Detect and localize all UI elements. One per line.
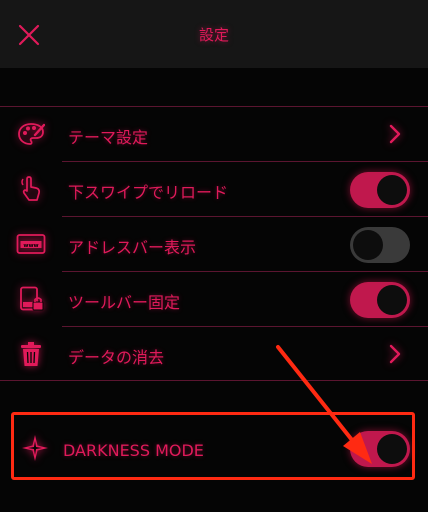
toolbar-lock-icon [16, 286, 46, 312]
page-title: 設定 [198, 26, 229, 44]
settings-row-label: 下スワイプでリロード [68, 183, 229, 202]
palette-icon [16, 121, 46, 147]
toolbar-fixed-toggle[interactable] [350, 282, 410, 318]
settings-row-label: ツールバー固定 [68, 293, 181, 312]
chevron-right-icon [389, 344, 401, 364]
toggle-knob [377, 285, 407, 315]
settings-row-address-bar: www アドレスバー表示 [0, 217, 428, 271]
settings-row-label: データの消去 [68, 348, 165, 367]
settings-row-label: アドレスバー表示 [68, 238, 197, 257]
svg-text:www: www [23, 243, 38, 249]
header-bar: 設定 [0, 0, 428, 68]
annotation-highlight-box [11, 412, 415, 480]
settings-row-toolbar-fixed: ツールバー固定 [0, 272, 428, 326]
divider [0, 380, 428, 381]
trash-icon [16, 341, 46, 367]
toggle-knob [377, 175, 407, 205]
settings-row-label: テーマ設定 [68, 128, 149, 147]
chevron-right-icon [389, 124, 401, 144]
settings-row-theme[interactable]: テーマ設定 [0, 107, 428, 161]
address-bar-toggle[interactable] [350, 227, 410, 263]
settings-row-clear-data[interactable]: データの消去 [0, 327, 428, 381]
swipe-hand-icon [16, 176, 46, 202]
swipe-reload-toggle[interactable] [350, 172, 410, 208]
www-address-icon: www [16, 231, 46, 257]
settings-row-swipe-reload: 下スワイプでリロード [0, 162, 428, 216]
toggle-knob [353, 230, 383, 260]
